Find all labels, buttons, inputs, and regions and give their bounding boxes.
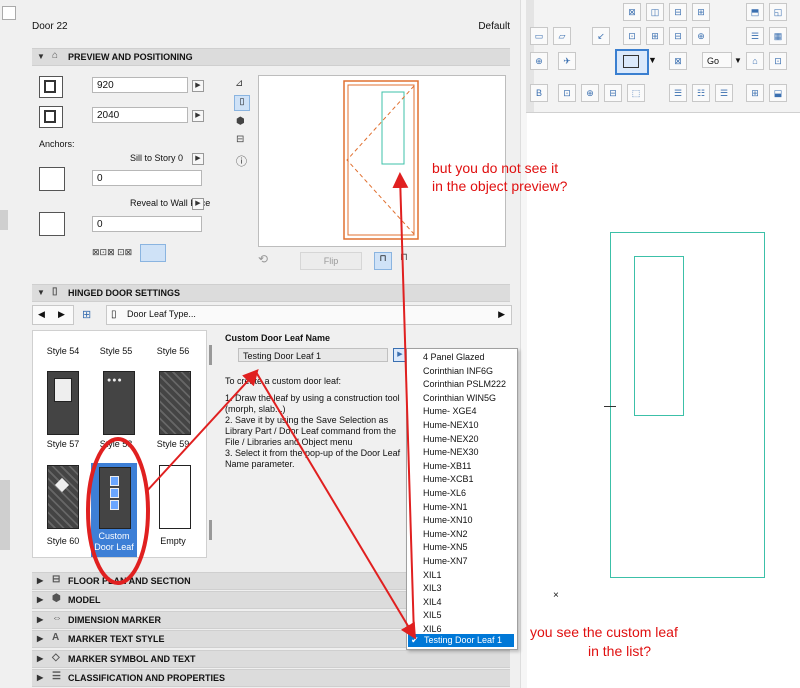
annotation-note-2-line-1: you see the custom leaf xyxy=(530,624,678,640)
annotation-note-2-line-2: in the list? xyxy=(588,643,652,659)
highlight-ellipse xyxy=(86,437,150,585)
annotation-note-1-line-1: but you do not see it xyxy=(432,160,559,176)
arrow-to-list xyxy=(255,371,417,640)
annotation-note-1-line-2: in the object preview? xyxy=(432,178,568,194)
arrow-to-preview xyxy=(392,172,415,637)
arrow-to-name-field xyxy=(145,369,259,493)
annotation-arrows xyxy=(86,172,417,640)
